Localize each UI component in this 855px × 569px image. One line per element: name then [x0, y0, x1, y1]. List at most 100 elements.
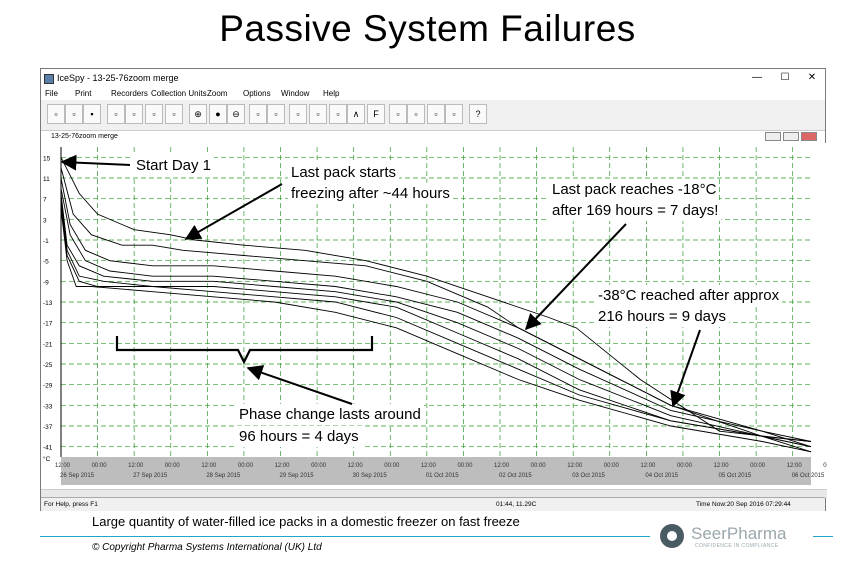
window-titlebar: IceSpy - 13-25-76zoom merge — ☐ ✕ [41, 69, 825, 87]
y-tick-label: -41 [43, 445, 53, 452]
annotation-phase-2: 96 hours = 4 days [236, 426, 362, 447]
x-tick-label: 12:00 [567, 463, 583, 469]
record-icon[interactable]: ● [209, 104, 227, 124]
menu-help[interactable]: Help [323, 87, 339, 100]
marker-icon[interactable]: ▫ [289, 104, 307, 124]
x-tick-label: 00:00 [531, 463, 547, 469]
recorder2-icon[interactable]: ▫ [165, 104, 183, 124]
y-tick-label: -17 [43, 321, 53, 328]
y-tick-label: 7 [43, 197, 47, 204]
open2-icon[interactable]: ▫ [65, 104, 83, 124]
y-tick-label: -13 [43, 300, 53, 307]
logo-name: SeerPharma [691, 524, 787, 543]
menu-print[interactable]: Print [75, 87, 91, 100]
slide-title: Passive System Failures [219, 8, 636, 49]
x-tick-label: 00:00 [750, 463, 766, 469]
x-tick-label: 12:00 [201, 463, 217, 469]
copyright-text: © Copyright Pharma Systems International… [92, 542, 322, 553]
annotation-minus38-2: 216 hours = 9 days [595, 306, 730, 327]
status-bar: For Help, press F1 01:44, 11.29C Time No… [41, 497, 825, 511]
zoom-out-icon[interactable]: ⊖ [227, 104, 245, 124]
menu-recorders[interactable]: Recorders [111, 87, 148, 100]
child-minimize-button[interactable] [765, 132, 781, 141]
series-line-8 [60, 208, 812, 453]
annotation-minus38-1: -38°C reached after approx [595, 285, 783, 306]
window-title: IceSpy - 13-25-76zoom merge [57, 73, 179, 83]
logo-tagline: CONFIDENCE IN COMPLIANCE [695, 543, 779, 549]
y-tick-label: -29 [43, 383, 53, 390]
menu-options[interactable]: Options [243, 87, 271, 100]
minimize-button[interactable]: — [743, 69, 771, 87]
x-date-label: 06 Oct 2015 [792, 473, 825, 479]
x-date-label: 26 Sep 2015 [60, 473, 95, 479]
x-date-label: 01 Oct 2015 [426, 473, 459, 479]
font-icon[interactable]: F [367, 104, 385, 124]
print-preview-icon[interactable]: ▫ [125, 104, 143, 124]
stats2-icon[interactable]: ▫ [267, 104, 285, 124]
annotation-last-pack-2: freezing after ~44 hours [288, 183, 453, 204]
menu-collection-units[interactable]: Collection Units [151, 87, 207, 100]
footer-line-right [813, 536, 833, 537]
annotation-start-day: Start Day 1 [133, 155, 215, 176]
x-tick-label: 12:00 [421, 463, 437, 469]
x-tick-label: 00:00 [823, 463, 827, 469]
y-tick-label: -5 [43, 259, 49, 266]
x-tick-label: 12:00 [348, 463, 364, 469]
y-tick-label: 11 [43, 176, 50, 183]
grid-icon[interactable]: ▫ [309, 104, 327, 124]
status-cursor: 01:44, 11.29C [496, 501, 537, 508]
slide-caption: Large quantity of water-filled ice packs… [92, 514, 520, 529]
stats-icon[interactable]: ▫ [249, 104, 267, 124]
x-date-label: 30 Sep 2015 [353, 473, 388, 479]
y-tick-label: -21 [43, 341, 53, 348]
list-icon[interactable]: ▫ [445, 104, 463, 124]
annotation-reaches-1: Last pack reaches -18°C [549, 179, 720, 200]
recorder-icon[interactable]: ▫ [145, 104, 163, 124]
child-close-button[interactable] [801, 132, 817, 141]
x-tick-label: 12:00 [714, 463, 730, 469]
menu-file[interactable]: File [45, 87, 58, 100]
maximize-button[interactable]: ☐ [771, 69, 799, 87]
x-tick-label: 00:00 [384, 463, 400, 469]
y-tick-label: 15 [43, 155, 51, 162]
curve-icon[interactable]: ∧ [347, 104, 365, 124]
x-tick-label: 00:00 [238, 463, 254, 469]
x-tick-label: 12:00 [128, 463, 144, 469]
x-tick-label: 12:00 [55, 463, 71, 469]
menu-window[interactable]: Window [281, 87, 309, 100]
help-icon[interactable]: ? [469, 104, 487, 124]
y-tick-label: -37 [43, 424, 53, 431]
x-tick-label: 00:00 [604, 463, 620, 469]
report-icon[interactable]: ▫ [389, 104, 407, 124]
annotation-reaches-2: after 169 hours = 7 days! [549, 200, 722, 221]
seerpharma-logo: SeerPharma CONFIDENCE IN COMPLIANCE [655, 521, 815, 553]
y-tick-label: -9 [43, 279, 49, 286]
x-date-label: 02 Oct 2015 [499, 473, 532, 479]
x-tick-label: 00:00 [677, 463, 693, 469]
trend-icon[interactable]: ▫ [329, 104, 347, 124]
footer-line [40, 536, 650, 537]
x-date-label: 29 Sep 2015 [280, 473, 315, 479]
table-icon[interactable]: ▫ [407, 104, 425, 124]
save-icon[interactable]: ▪ [83, 104, 101, 124]
open-icon[interactable]: ▫ [47, 104, 65, 124]
annotation-last-pack-1: Last pack starts [288, 162, 400, 183]
close-button[interactable]: ✕ [798, 69, 826, 87]
copy-icon[interactable]: ▫ [427, 104, 445, 124]
app-icon [44, 74, 54, 84]
print-icon[interactable]: ▫ [107, 104, 125, 124]
x-date-label: 05 Oct 2015 [719, 473, 752, 479]
x-tick-label: 00:00 [165, 463, 181, 469]
menu-zoom[interactable]: Zoom [207, 87, 227, 100]
child-restore-button[interactable] [783, 132, 799, 141]
zoom-in-icon[interactable]: ⊕ [189, 104, 207, 124]
x-tick-label: 00:00 [457, 463, 473, 469]
x-tick-label: 00:00 [311, 463, 327, 469]
toolbar: ▫ ▫ ▪ ▫ ▫ ▫ ▫ ⊕ ● ⊖ ▫ ▫ ▫ ▫ ▫ ∧ F ▫ ▫ ▫ ▫? [41, 100, 825, 131]
x-tick-label: 12:00 [494, 463, 510, 469]
x-date-label: 27 Sep 2015 [133, 473, 168, 479]
x-date-label: 04 Oct 2015 [645, 473, 678, 479]
y-axis-label: °C [43, 455, 51, 463]
x-tick-label: 12:00 [787, 463, 803, 469]
child-window-title: 13-25-76zoom merge [51, 133, 118, 140]
